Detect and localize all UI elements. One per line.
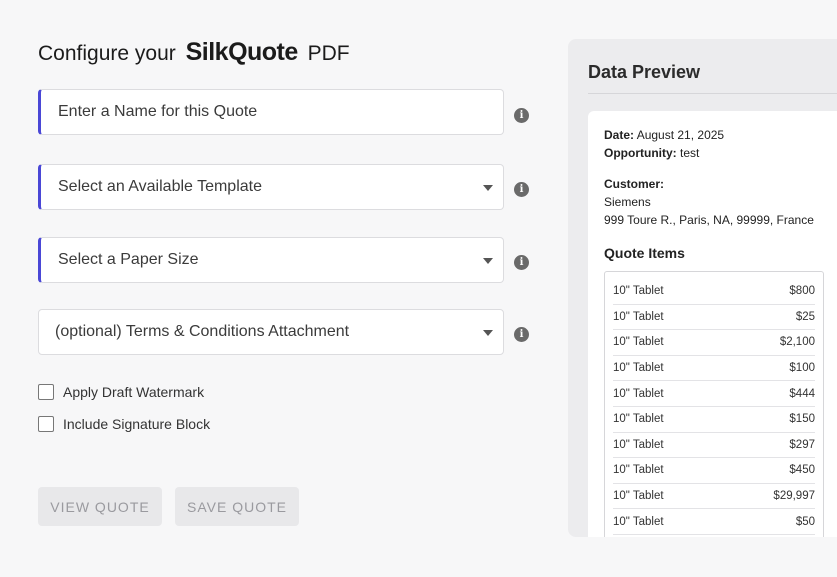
divider xyxy=(588,93,837,94)
view-quote-button[interactable]: VIEW QUOTE xyxy=(38,487,162,526)
data-preview-panel: Data Preview Date: August 21, 2025 Oppor… xyxy=(568,39,837,537)
item-price: $444 xyxy=(789,387,815,400)
customer-address: 999 Toure R., Paris, NA, 99999, France xyxy=(604,213,814,227)
item-price: $25 xyxy=(795,310,815,323)
panel-title: Data Preview xyxy=(588,62,701,82)
quote-items-table[interactable]: 10" Tablet $800 10" Tablet $25 10" Tablet $2,… xyxy=(604,271,824,537)
customer-label: Customer: xyxy=(604,177,665,191)
item-price: $2,100 xyxy=(779,336,815,349)
item-name: 10" Tablet xyxy=(613,438,664,451)
item-name: 10" Tablet xyxy=(613,490,664,503)
item-name: 10" Tablet xyxy=(613,464,664,477)
terms-placeholder: (optional) Terms & Conditions Attachment xyxy=(55,323,350,340)
item-name: 10" Tablet xyxy=(613,336,664,349)
opportunity-line: Opportunity: test xyxy=(604,146,699,160)
paper-size-placeholder: Select a Paper Size xyxy=(58,251,199,268)
chevron-down-icon xyxy=(483,258,493,264)
item-price: $297 xyxy=(789,438,815,451)
title-suffix: PDF xyxy=(307,42,350,65)
item-name: 10" Tablet xyxy=(613,285,664,298)
date-label: Date: xyxy=(604,128,635,142)
table-row: 10" Tablet $50 xyxy=(613,509,815,535)
table-row: 10" Tablet$150 xyxy=(613,535,815,537)
template-select[interactable]: Select an Available Template xyxy=(38,164,504,210)
save-quote-button[interactable]: SAVE QUOTE xyxy=(175,487,299,526)
item-name: 10" Tablet xyxy=(613,310,664,323)
item-name: 10" Tablet xyxy=(613,413,664,426)
table-row: 10" Tablet $800 xyxy=(613,279,815,305)
quote-name-input[interactable]: Enter a Name for this Quote xyxy=(38,89,504,135)
date-value: August 21, 2025 xyxy=(636,128,725,142)
opportunity-label: Opportunity: xyxy=(604,146,677,160)
quote-name-placeholder: Enter a Name for this Quote xyxy=(58,103,258,120)
preview-card[interactable]: Date: August 21, 2025 Opportunity: test … xyxy=(588,111,837,537)
terms-attachment-select[interactable]: (optional) Terms & Conditions Attachment xyxy=(38,309,504,355)
info-icon[interactable]: i xyxy=(514,182,529,197)
table-row: 10" Tablet $450 xyxy=(613,458,815,484)
item-name: 10" Tablet xyxy=(613,515,664,528)
table-row: 10" Tablet $29,997 xyxy=(613,484,815,510)
template-placeholder: Select an Available Template xyxy=(58,178,262,195)
item-price: $100 xyxy=(789,362,815,375)
chevron-down-icon xyxy=(483,185,493,191)
item-price: $50 xyxy=(795,515,815,528)
info-icon[interactable]: i xyxy=(514,255,529,270)
chevron-down-icon xyxy=(483,330,493,336)
opportunity-value: test xyxy=(680,146,700,160)
signature-block-label: Include Signature Block xyxy=(63,416,211,432)
title-prefix: Configure your xyxy=(38,42,176,65)
checkbox-box[interactable] xyxy=(38,384,54,400)
table-row: 10" Tablet $100 xyxy=(613,356,815,382)
item-price: $450 xyxy=(789,464,815,477)
date-line: Date: August 21, 2025 xyxy=(604,128,724,142)
table-row: 10" Tablet $444 xyxy=(613,381,815,407)
item-name: 10" Tablet xyxy=(613,362,664,375)
table-row: 10" Tablet $2,100 xyxy=(613,330,815,356)
draft-watermark-label: Apply Draft Watermark xyxy=(63,384,205,400)
draft-watermark-checkbox[interactable]: Apply Draft Watermark xyxy=(38,384,204,400)
item-price: $800 xyxy=(789,285,815,298)
paper-size-select[interactable]: Select a Paper Size xyxy=(38,237,504,283)
table-row: 10" Tablet $150 xyxy=(613,407,815,433)
info-icon[interactable]: i xyxy=(514,108,529,123)
info-icon[interactable]: i xyxy=(514,327,529,342)
quote-items-title: Quote Items xyxy=(604,245,685,261)
item-price: $29,997 xyxy=(773,490,815,503)
checkbox-box[interactable] xyxy=(38,416,54,432)
item-name: 10" Tablet xyxy=(613,387,664,400)
brand-logo: SilkQuote xyxy=(185,38,299,66)
table-row: 10" Tablet $25 xyxy=(613,305,815,331)
item-price: $150 xyxy=(789,413,815,426)
signature-block-checkbox[interactable]: Include Signature Block xyxy=(38,416,210,432)
customer-name: Siemens xyxy=(604,195,651,209)
table-row: 10" Tablet $297 xyxy=(613,433,815,459)
page-title: Configure your SilkQuote PDF xyxy=(38,38,350,67)
